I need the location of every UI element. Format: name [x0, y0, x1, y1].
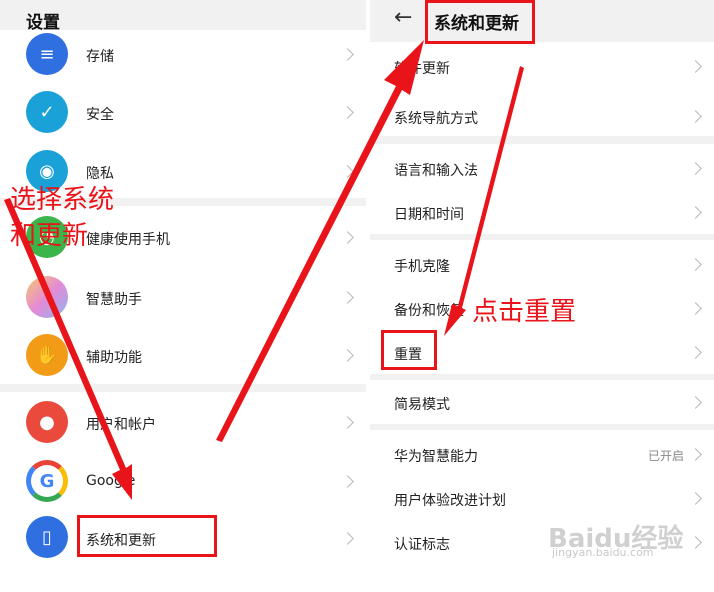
- menu-item-label: 日期和时间: [394, 207, 464, 223]
- highlight-box-system-update: [77, 515, 217, 557]
- menu-item-huawei-ai[interactable]: 华为智慧能力 已开启: [370, 432, 714, 476]
- settings-item-assistant[interactable]: 智慧助手: [0, 268, 366, 326]
- status-value: 已开启: [647, 449, 684, 463]
- highlight-box-title: [425, 0, 535, 44]
- chevron-right-icon: [341, 416, 354, 429]
- chevron-right-icon: [689, 162, 702, 175]
- menu-item-label: 语言和输入法: [394, 163, 478, 179]
- chevron-right-icon: [689, 60, 702, 73]
- bottom-margin: [0, 558, 714, 592]
- settings-item-label: 辅助功能: [86, 350, 142, 366]
- chevron-right-icon: [341, 165, 354, 178]
- menu-item-label: 备份和恢复: [394, 303, 464, 319]
- menu-item-label: 简易模式: [394, 397, 450, 413]
- storage-icon: ≡: [26, 33, 68, 75]
- chevron-right-icon: [341, 532, 354, 545]
- chevron-right-icon: [689, 206, 702, 219]
- chevron-right-icon: [689, 492, 702, 505]
- assistant-icon: [26, 276, 68, 318]
- chevron-right-icon: [341, 231, 354, 244]
- chevron-right-icon: [341, 106, 354, 119]
- phone-icon: ▯: [26, 516, 68, 558]
- user-icon: ●: [26, 401, 68, 443]
- update-group-4: 简易模式: [370, 380, 714, 424]
- header-bar: ← 系统和更新: [370, 0, 714, 40]
- annotation-select-system: 选择系统 和更新: [10, 182, 114, 254]
- settings-item-label: 存储: [86, 49, 114, 65]
- chevron-right-icon: [689, 396, 702, 409]
- menu-item-simple-mode[interactable]: 简易模式: [370, 380, 714, 424]
- annotation-line: 和更新: [10, 221, 89, 251]
- chevron-right-icon: [689, 302, 702, 315]
- google-icon: G: [26, 460, 68, 502]
- settings-item-storage[interactable]: ≡ 存储: [0, 30, 366, 88]
- menu-item-navigation[interactable]: 系统导航方式: [370, 94, 714, 138]
- chevron-right-icon: [689, 346, 702, 359]
- settings-item-label: Google: [86, 473, 136, 489]
- menu-item-label: 手机克隆: [394, 259, 450, 275]
- watermark-url: jingyan.baidu.com: [552, 546, 654, 558]
- chevron-right-icon: [341, 291, 354, 304]
- settings-item-accessibility[interactable]: ✋ 辅助功能: [0, 326, 366, 384]
- settings-item-accounts[interactable]: ● 用户和帐户: [0, 392, 366, 450]
- hand-icon: ✋: [26, 334, 68, 376]
- settings-item-label: 用户和帐户: [86, 417, 156, 433]
- chevron-right-icon: [689, 448, 702, 461]
- shield-icon: ✓: [26, 91, 68, 133]
- settings-item-security[interactable]: ✓ 安全: [0, 88, 366, 146]
- menu-item-phone-clone[interactable]: 手机克隆: [370, 242, 714, 286]
- menu-item-label: 软件更新: [394, 61, 450, 77]
- menu-item-date-time[interactable]: 日期和时间: [370, 190, 714, 234]
- menu-item-label: 系统导航方式: [394, 111, 478, 127]
- menu-item-language-input[interactable]: 语言和输入法: [370, 146, 714, 190]
- chevron-right-icon: [689, 110, 702, 123]
- system-update-panel: ← 系统和更新 软件更新 系统导航方式 语言和输入法 日期和时间 手机克隆 备份…: [370, 0, 714, 558]
- settings-item-label: 安全: [86, 107, 114, 123]
- menu-item-label: 认证标志: [394, 537, 450, 553]
- chevron-right-icon: [689, 258, 702, 271]
- back-arrow-icon[interactable]: ←: [394, 5, 412, 30]
- menu-item-label: 华为智慧能力: [394, 449, 478, 465]
- highlight-box-reset: [381, 330, 437, 370]
- chevron-right-icon: [341, 475, 354, 488]
- chevron-right-icon: [341, 349, 354, 362]
- annotation-click-reset: 点击重置: [472, 297, 577, 327]
- annotation-line: 选择系统: [10, 185, 115, 215]
- settings-group-1: ≡ 存储 ✓ 安全 ◉ 隐私: [0, 30, 366, 198]
- chevron-right-icon: [341, 48, 354, 61]
- update-group-1: 软件更新 系统导航方式: [370, 42, 714, 136]
- settings-item-label: 隐私: [86, 166, 114, 182]
- chevron-right-icon: [689, 536, 702, 549]
- menu-item-label: 用户体验改进计划: [394, 493, 506, 509]
- menu-item-software-update[interactable]: 软件更新: [370, 44, 714, 88]
- settings-panel: 设置 ≡ 存储 ✓ 安全 ◉ 隐私 ◔ 健康使用手机 智慧助手 ✋ 辅助功能 ●…: [0, 0, 366, 558]
- settings-item-google[interactable]: G Google: [0, 452, 366, 510]
- update-group-2: 语言和输入法 日期和时间: [370, 144, 714, 234]
- settings-item-label: 智慧助手: [86, 292, 142, 308]
- menu-item-ux-improvement[interactable]: 用户体验改进计划: [370, 476, 714, 520]
